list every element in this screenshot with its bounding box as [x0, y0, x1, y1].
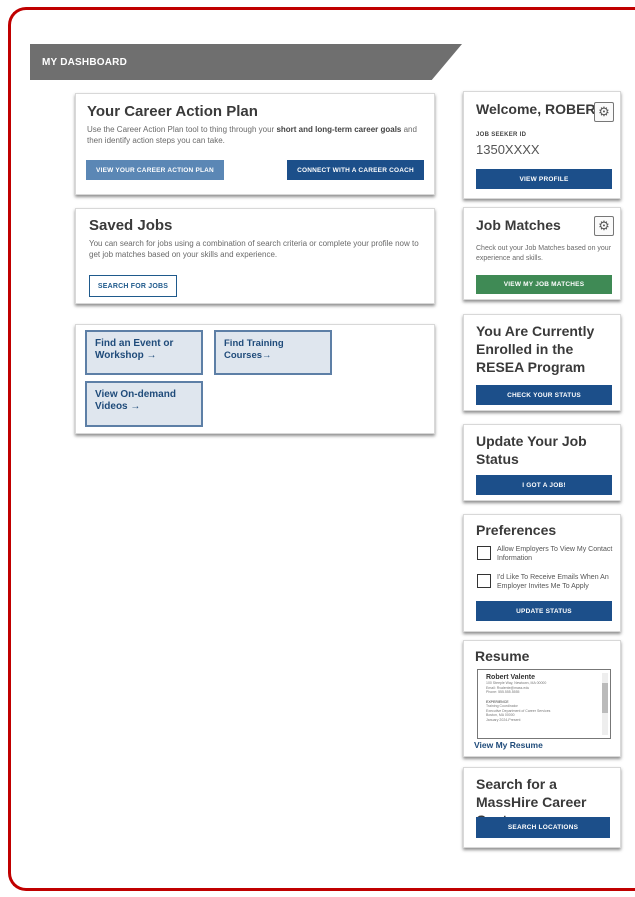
connect-career-coach-button[interactable]: CONNECT WITH A CAREER COACH: [287, 160, 424, 180]
view-videos-tile[interactable]: View On-demand Videos →: [85, 381, 203, 427]
preferences-card: Preferences Allow Employers To View My C…: [463, 514, 621, 632]
preferences-title: Preferences: [476, 522, 557, 538]
contact-info-label: Allow Employers To View My Contact Infor…: [497, 546, 613, 562]
check-status-button[interactable]: CHECK YOUR STATUS: [476, 385, 612, 405]
resume-scrollbar[interactable]: [602, 673, 608, 735]
view-profile-button[interactable]: VIEW PROFILE: [476, 169, 612, 189]
saved-jobs-description: You can search for jobs using a combinat…: [89, 239, 419, 259]
career-plan-title: Your Career Action Plan: [87, 103, 258, 120]
resume-title: Resume: [475, 648, 530, 664]
view-career-plan-button[interactable]: VIEW YOUR CAREER ACTION PLAN: [86, 160, 224, 180]
search-locations-button[interactable]: SEARCH LOCATIONS: [476, 817, 610, 838]
dashboard-banner: MY DASHBOARD: [30, 44, 462, 80]
job-matches-card: Job Matches ⚙ Check out your Job Matches…: [463, 207, 621, 300]
resume-preview[interactable]: Robert Valente 100 Steeple Way, Newtown,…: [477, 669, 611, 739]
resume-card: Resume Robert Valente 100 Steeple Way, N…: [463, 640, 621, 757]
banner-title: MY DASHBOARD: [42, 57, 127, 68]
career-plan-text-bold: short and long-term career goals: [276, 125, 402, 134]
find-event-label: Find an Event or Workshop: [95, 338, 174, 361]
got-a-job-button[interactable]: I GOT A JOB!: [476, 475, 612, 495]
job-seeker-id-label: JOB SEEKER ID: [476, 132, 527, 138]
email-invite-label: I'd Like To Receive Emails When An Emplo…: [497, 574, 609, 590]
job-status-card: Update Your Job Status I GOT A JOB!: [463, 424, 621, 501]
find-training-tile[interactable]: Find Training Courses→: [214, 330, 332, 375]
resume-name: Robert Valente: [486, 674, 536, 681]
quick-links-card: Find an Event or Workshop → Find Trainin…: [75, 324, 435, 434]
masshire-card: Search for a MassHire Career Center SEAR…: [463, 767, 621, 848]
career-plan-text-a: Use the Career Action Plan tool to thing…: [87, 125, 277, 134]
search-for-jobs-button[interactable]: SEARCH FOR JOBS: [89, 275, 177, 297]
job-matches-description: Check out your Job Matches based on your…: [476, 245, 612, 262]
job-seeker-id-value: 1350XXXX: [476, 142, 540, 157]
email-invite-checkbox[interactable]: [477, 574, 491, 588]
view-resume-link[interactable]: View My Resume: [474, 740, 543, 750]
saved-jobs-title: Saved Jobs: [89, 217, 173, 234]
job-matches-title: Job Matches: [476, 217, 561, 233]
update-status-button[interactable]: UPDATE STATUS: [476, 601, 612, 621]
arrow-right-icon: →: [146, 350, 157, 361]
resea-title: You Are Currently Enrolled in the RESEA …: [476, 323, 595, 375]
settings-gear-icon[interactable]: ⚙: [594, 216, 614, 236]
arrow-right-icon: →: [130, 401, 141, 412]
career-plan-description: Use the Career Action Plan tool to thing…: [87, 124, 432, 146]
resume-line: January 2024-Present: [486, 717, 521, 722]
arrow-right-icon: →: [262, 350, 272, 361]
job-status-title: Update Your Job Status: [476, 433, 587, 467]
saved-jobs-card: Saved Jobs You can search for jobs using…: [75, 208, 435, 304]
view-job-matches-button[interactable]: VIEW MY JOB MATCHES: [476, 275, 612, 294]
find-event-tile[interactable]: Find an Event or Workshop →: [85, 330, 203, 375]
career-action-plan-card: Your Career Action Plan Use the Career A…: [75, 93, 435, 195]
settings-gear-icon[interactable]: ⚙: [594, 102, 614, 122]
find-training-label: Find Training Courses: [224, 338, 284, 361]
resea-card: You Are Currently Enrolled in the RESEA …: [463, 314, 621, 411]
welcome-title: Welcome, ROBERT: [476, 101, 605, 117]
resume-line: Phone: 555.555.5555: [486, 690, 520, 694]
welcome-card: Welcome, ROBERT ⚙ JOB SEEKER ID 1350XXXX…: [463, 91, 621, 199]
contact-info-checkbox[interactable]: [477, 546, 491, 560]
